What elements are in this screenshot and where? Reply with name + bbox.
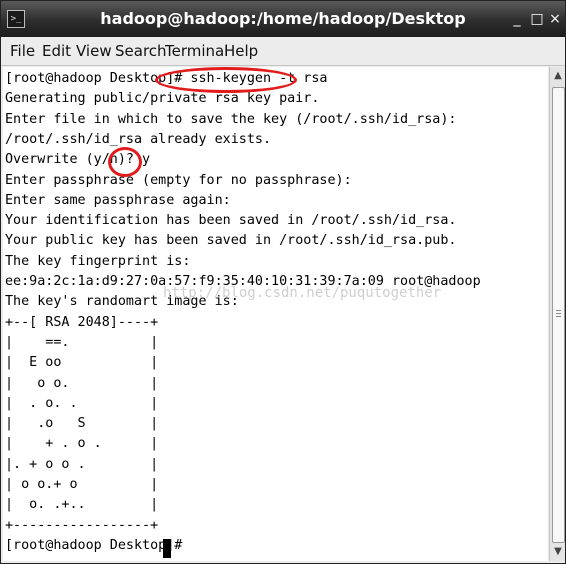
minimize-icon[interactable]: _: [509, 10, 525, 28]
menu-edit[interactable]: Edit: [42, 42, 71, 60]
terminal-line: | .o S |: [5, 416, 159, 432]
terminal-line: | o. .+.. |: [5, 497, 159, 513]
menu-help[interactable]: Help: [224, 42, 258, 60]
menu-search[interactable]: Search: [115, 42, 167, 60]
vertical-scrollbar[interactable]: ▲ ▼: [549, 67, 565, 561]
terminal-line: Enter passphrase (empty for no passphras…: [5, 172, 352, 188]
scroll-down-icon[interactable]: ▼: [550, 544, 565, 560]
scroll-up-icon[interactable]: ▲: [550, 68, 565, 84]
terminal-line: | o o.+ o |: [5, 477, 159, 492]
terminal-line: ee:9a:2c:1a:d9:27:0a:57:f9:35:40:10:31:3…: [5, 274, 481, 289]
terminal-line: The key fingerprint is:: [5, 253, 191, 269]
terminal-window: >_ hadoop@hadoop:/home/hadoop/Desktop _ …: [0, 0, 566, 564]
terminal-line: Enter file in which to save the key (/ro…: [5, 111, 457, 127]
menu-file[interactable]: File: [10, 42, 35, 60]
terminal-line: Enter same passphrase again:: [5, 192, 231, 208]
terminal-line: |. + o o . |: [5, 456, 159, 472]
terminal-line: Your public key has been saved in /root/…: [5, 233, 457, 249]
terminal-line: | + . o . |: [5, 436, 159, 452]
close-icon[interactable]: ×: [547, 10, 563, 28]
menu-terminal[interactable]: Terminal: [165, 42, 228, 60]
menu-view[interactable]: View: [76, 42, 112, 60]
terminal-line: | ==. |: [5, 334, 159, 350]
terminal-line: Generating public/private rsa key pair.: [5, 91, 320, 107]
window-title: hadoop@hadoop:/home/hadoop/Desktop: [100, 9, 466, 28]
terminal-line: +-----------------+: [5, 517, 159, 533]
terminal-line: | E oo |: [5, 355, 159, 371]
terminal-output[interactable]: http://blog.csdn.net/puqutogether [root@…: [3, 67, 548, 561]
terminal-line: | . o. . |: [5, 395, 159, 411]
scrollbar-thumb[interactable]: [552, 87, 565, 543]
terminal-line: The key's randomart image is:: [5, 294, 239, 310]
terminal-line: Your identification has been saved in /r…: [5, 213, 457, 229]
terminal-line: +--[ RSA 2048]----+: [5, 314, 159, 330]
annotation-circle-command: [155, 67, 297, 93]
annotation-circle-overwrite: [108, 147, 142, 177]
text-cursor: [163, 539, 171, 558]
title-bar[interactable]: >_ hadoop@hadoop:/home/hadoop/Desktop _ …: [1, 1, 565, 37]
maximize-icon[interactable]: □: [529, 10, 545, 28]
menu-bar: File Edit View Search Terminal Help: [1, 37, 565, 66]
terminal-line: /root/.ssh/id_rsa already exists.: [5, 131, 272, 147]
terminal-line: | o o. |: [5, 375, 159, 391]
